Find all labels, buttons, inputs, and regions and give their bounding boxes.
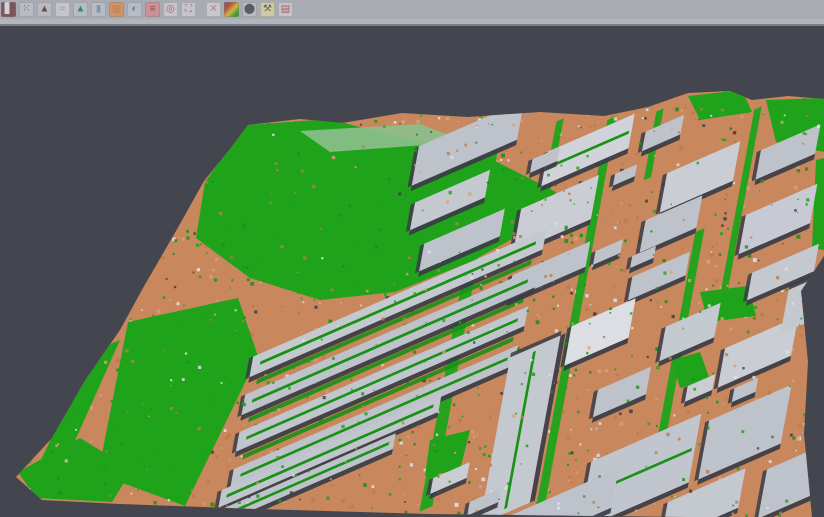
classification-map-icon[interactable]	[224, 2, 239, 17]
contour-lines-icon[interactable]: ≈	[55, 2, 70, 17]
profile-column-icon[interactable]: ▮	[91, 2, 106, 17]
viewport-svg[interactable]	[0, 26, 824, 517]
mountain-dark-icon[interactable]: ▲	[37, 2, 52, 17]
target-circle-icon[interactable]: ◎	[163, 2, 178, 17]
flag-red-icon[interactable]: ▤	[278, 2, 293, 17]
camera-icon[interactable]: ⬤	[242, 2, 257, 17]
main-toolbar: ▋⁙▲≈▲▮▦◐≡◎⛶✕⬤⚒▤	[0, 0, 824, 19]
crop-frame-icon[interactable]: ⛶	[181, 2, 196, 17]
scatter-points-icon[interactable]: ⁙	[19, 2, 34, 17]
app-window: ▋⁙▲≈▲▮▦◐≡◎⛶✕⬤⚒▤	[0, 0, 824, 517]
clear-cross-icon[interactable]: ✕	[206, 2, 221, 17]
legend-table-icon[interactable]: ≡	[145, 2, 160, 17]
open-file-icon[interactable]: ▋	[1, 2, 16, 17]
ortho-tile-icon[interactable]: ▦	[109, 2, 124, 17]
mountain-green-icon[interactable]: ▲	[73, 2, 88, 17]
hammer-tool-icon[interactable]: ⚒	[260, 2, 275, 17]
globe-icon[interactable]: ◐	[127, 2, 142, 17]
